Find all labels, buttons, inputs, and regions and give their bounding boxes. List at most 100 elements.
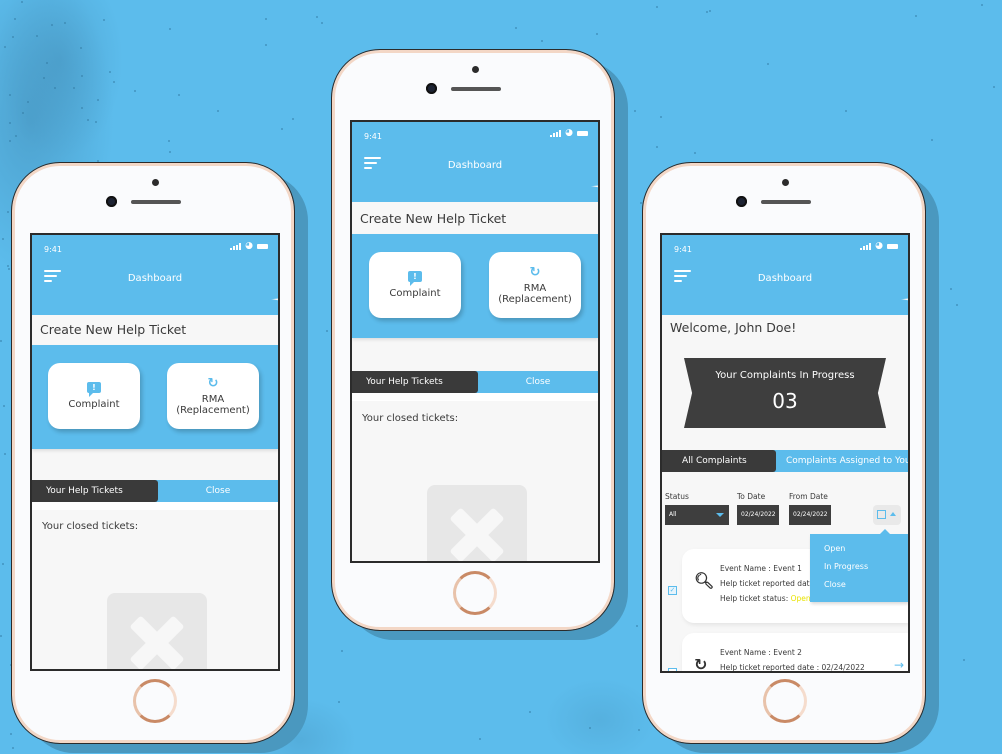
event-name: Event Name : Event 2 [720, 648, 802, 657]
background-speck [638, 729, 641, 732]
background-speck [478, 738, 481, 741]
earpiece-speaker [761, 200, 811, 204]
status-dropdown-toggle[interactable] [873, 505, 901, 525]
tab-all-complaints[interactable]: All Complaints [662, 450, 776, 472]
complaint-tabs: All Complaints Complaints Assigned to Yo… [662, 450, 908, 472]
status-filter-select[interactable]: All [665, 505, 729, 525]
background-speck [169, 28, 171, 31]
background-speck [6, 210, 9, 213]
background-speck [767, 63, 770, 66]
tab-your-help-tickets[interactable]: Your Help Tickets [352, 371, 478, 393]
complaints-in-progress-banner: Your Complaints In Progress 03 [684, 358, 886, 428]
background-speck [325, 330, 328, 333]
event-checkbox-checked[interactable]: ✓ [668, 586, 677, 595]
proximity-sensor [782, 179, 789, 186]
home-button[interactable] [453, 571, 497, 615]
background-speck [3, 45, 6, 48]
rma-card[interactable]: ↻ RMA (Replacement) [167, 363, 259, 429]
dropdown-option-close[interactable]: Close [810, 576, 908, 594]
complaint-card[interactable]: ! Complaint [48, 363, 140, 429]
event-reported-date: Help ticket reported date : 02/24/2022 [720, 663, 865, 672]
background-speck [993, 86, 996, 89]
header-curve [32, 283, 278, 305]
background-speck [529, 711, 532, 714]
dropdown-option-open[interactable]: Open [810, 540, 908, 558]
battery-icon [577, 131, 588, 136]
background-speck [95, 120, 98, 123]
background-speck [6, 265, 9, 268]
background-speck [217, 109, 220, 112]
screen-right: 9:41 ◕ Dashboard Welcome, John Doe! Your… [660, 233, 910, 673]
tab-your-help-tickets[interactable]: Your Help Tickets [32, 480, 158, 502]
welcome-heading: Welcome, John Doe! [670, 320, 797, 335]
background-speck [14, 17, 17, 20]
rma-search-refresh-icon: ↻ [207, 375, 219, 391]
background-speck [27, 101, 30, 104]
page-heading: Create New Help Ticket [40, 322, 187, 337]
rma-card[interactable]: ↻ RMA (Replacement) [489, 252, 581, 318]
background-speck [265, 43, 268, 46]
search-refresh-icon: 🔍︎ [694, 571, 715, 590]
background-speck [64, 22, 67, 25]
status-time: 9:41 [364, 132, 382, 141]
background-speck [915, 14, 918, 17]
background-speck [50, 24, 53, 27]
event-status-value: Open [790, 594, 811, 603]
tab-complaints-assigned[interactable]: Complaints Assigned to You [774, 450, 908, 472]
from-date-input[interactable]: 02/24/2022 [789, 505, 831, 525]
earpiece-speaker [131, 200, 181, 204]
background-speck [102, 18, 105, 21]
background-speck [80, 74, 83, 77]
arrow-right-icon[interactable]: → [894, 658, 904, 671]
background-speck [589, 727, 592, 730]
background-speck [541, 39, 544, 42]
home-button[interactable] [763, 679, 807, 723]
from-date-label: From Date [789, 492, 828, 501]
background-speck [96, 160, 99, 163]
event-card[interactable]: ↻ Event Name : Event 2 Help ticket repor… [682, 633, 908, 672]
background-speck [9, 733, 12, 736]
closed-tickets-label: Your closed tickets: [362, 413, 459, 424]
background-speck [705, 11, 708, 14]
dropdown-option-in-progress[interactable]: In Progress [810, 558, 908, 576]
status-dropdown-menu: Open In Progress Close [810, 529, 908, 602]
front-camera [106, 196, 117, 207]
status-icons: ◕ [550, 129, 588, 138]
background-speck [54, 86, 57, 89]
background-speck [21, 111, 24, 114]
home-button[interactable] [133, 679, 177, 723]
background-speck [931, 139, 934, 142]
background-speck [2, 404, 5, 407]
background-speck [11, 35, 14, 38]
tab-close[interactable]: Close [478, 371, 598, 393]
page-heading: Create New Help Ticket [360, 211, 507, 226]
background-speck [45, 61, 48, 64]
empty-state-icon [107, 593, 207, 669]
signal-icon [230, 243, 242, 250]
background-speck [660, 116, 663, 119]
complaint-card[interactable]: ! Complaint [369, 252, 461, 318]
header-curve [352, 170, 598, 192]
background-speck [980, 3, 983, 6]
background-speck [264, 18, 267, 21]
banner-count: 03 [772, 389, 798, 413]
background-speck [636, 625, 639, 628]
tab-close[interactable]: Close [158, 480, 278, 502]
background-speck [80, 107, 83, 110]
event-checkbox[interactable] [668, 668, 677, 671]
signal-icon [550, 130, 562, 137]
background-speck [640, 202, 643, 205]
create-ticket-panel: ! Complaint ↻ RMA (Replacement) [352, 234, 598, 338]
background-speck [655, 5, 658, 8]
to-date-label: To Date [737, 492, 766, 501]
phone-right: 9:41 ◕ Dashboard Welcome, John Doe! Your… [642, 162, 926, 744]
rma-label: RMA (Replacement) [176, 393, 250, 416]
complaint-label: Complaint [389, 288, 441, 299]
background-speck [87, 119, 90, 122]
background-speck [109, 70, 112, 73]
battery-icon [257, 244, 268, 249]
background-speck [955, 304, 958, 307]
background-speck [9, 121, 12, 124]
status-time: 9:41 [44, 245, 62, 254]
to-date-input[interactable]: 02/24/2022 [737, 505, 779, 525]
